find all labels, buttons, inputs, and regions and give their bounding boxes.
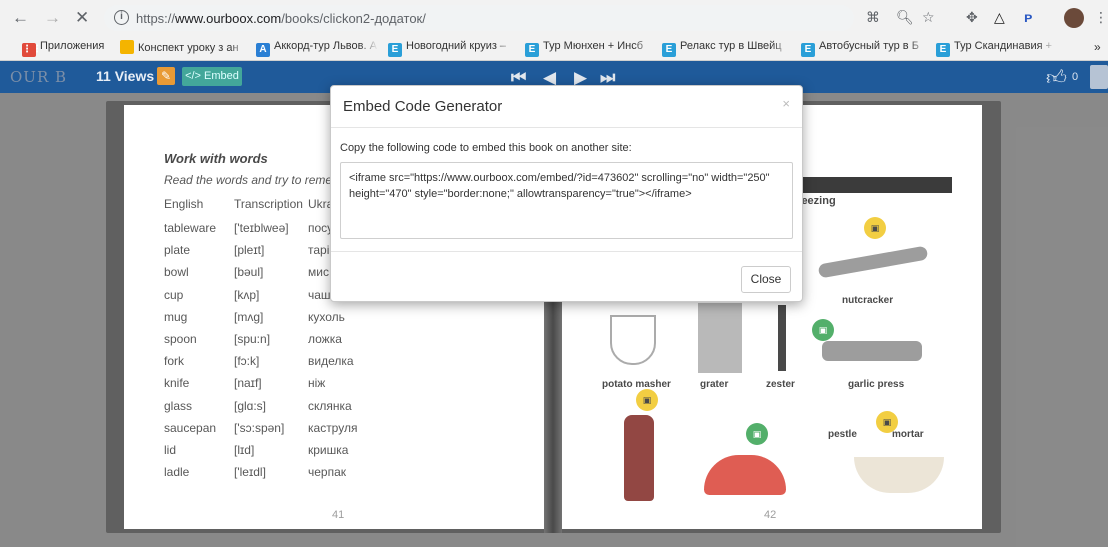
bookmark-item[interactable]: E Тур Скандинавия +	[936, 40, 1056, 57]
address-url: https://www.ourboox.com/books/clickon2-д…	[136, 11, 426, 26]
e-icon: E	[388, 43, 402, 57]
bookmark-item[interactable]: A Аккорд-тур Львов. А	[256, 40, 378, 57]
bookmark-item[interactable]: E Новогодний круиз –	[388, 40, 514, 57]
site-info-icon[interactable]: i	[114, 10, 129, 25]
bookmark-item[interactable]: Конспект уроку з ан	[120, 40, 248, 57]
pocket-extension-icon[interactable]: ᴘ	[1024, 9, 1033, 25]
e-icon: E	[801, 43, 815, 57]
bookmark-item[interactable]: E Релакс тур в Швейц	[662, 40, 790, 57]
bookmark-item[interactable]: E Автобусный тур в Б	[801, 40, 927, 57]
views-count: 11 Views	[96, 68, 155, 84]
site-logo[interactable]: OUR B	[10, 68, 67, 86]
globe-icon	[120, 40, 134, 54]
address-bar[interactable]: i https://www.ourboox.com/books/clickon2…	[104, 5, 854, 31]
toolbar-edge-button[interactable]	[1090, 65, 1108, 89]
thumbs-up-icon[interactable]: 👍︎	[1046, 66, 1067, 90]
dialog-title: Embed Code Generator	[343, 98, 503, 115]
bookmark-apps[interactable]: ⋮⋮Приложения	[22, 40, 110, 57]
apps-icon: ⋮⋮	[22, 43, 42, 57]
embed-code-dialog: Embed Code Generator × Copy the followin…	[330, 85, 803, 302]
edit-pencil-icon[interactable]: ✎	[157, 67, 175, 85]
close-icon[interactable]: ×	[782, 96, 790, 111]
avatar[interactable]	[1064, 8, 1084, 28]
embed-button[interactable]: </> Embed	[182, 67, 242, 86]
translate-icon[interactable]: ⌘	[866, 9, 880, 25]
browser-toolbar: ← → ✕ i https://www.ourboox.com/books/cl…	[0, 0, 1108, 36]
bookmark-item[interactable]: E Тур Мюнхен + Инсб	[525, 40, 653, 57]
forward-arrow-icon[interactable]: →	[44, 9, 61, 27]
extension-icon[interactable]: ✥	[966, 9, 978, 25]
dialog-header: Embed Code Generator ×	[331, 86, 802, 128]
e-icon: E	[662, 43, 676, 57]
bookmarks-more-icon[interactable]: »	[1094, 40, 1106, 57]
bookmarks-bar: ⋮⋮Приложения Конспект уроку з ан A Аккорд…	[0, 36, 1108, 61]
close-button[interactable]: Close	[741, 266, 791, 293]
embed-code-textarea[interactable]: <iframe src="https://www.ourboox.com/emb…	[340, 162, 793, 239]
likes-count: 0	[1072, 71, 1079, 83]
e-icon: E	[936, 43, 950, 57]
zoom-icon[interactable]: 🔍︎	[896, 9, 914, 25]
bookmark-star-icon[interactable]: ☆	[922, 9, 935, 25]
browser-menu-icon[interactable]: ⋮	[1094, 9, 1108, 25]
back-arrow-icon[interactable]: ←	[12, 9, 29, 27]
dialog-instruction: Copy the following code to embed this bo…	[340, 142, 632, 154]
stop-icon[interactable]: ✕	[75, 9, 89, 27]
drive-extension-icon[interactable]: △	[994, 9, 1005, 25]
dialog-divider	[331, 251, 802, 252]
e-icon: E	[525, 43, 539, 57]
a-icon: A	[256, 43, 270, 57]
